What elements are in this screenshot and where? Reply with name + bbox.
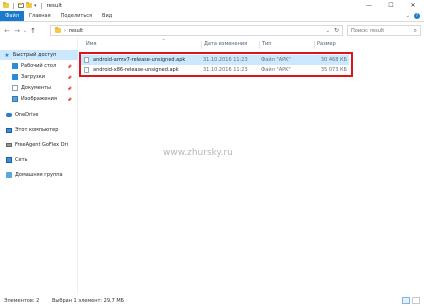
column-name[interactable]: Имя (84, 41, 97, 49)
pin-icon[interactable]: 📌 (67, 75, 72, 80)
file-date: 31.10.2016 11:23 (203, 57, 248, 63)
properties-icon[interactable] (18, 3, 24, 8)
sidebar-item-freeagent-drive[interactable]: FreeAgent GoFlex Dri (0, 140, 78, 150)
address-dropdown-icon[interactable]: ⌄ (326, 28, 330, 34)
file-date: 31.10.2016 11:23 (203, 67, 248, 73)
tab-home[interactable]: Главная (24, 11, 56, 21)
up-button[interactable]: ↑ (28, 27, 38, 35)
window-title: result (46, 2, 63, 9)
file-type: Файл "APK" (261, 57, 291, 63)
expand-ribbon-icon[interactable]: ⌄ (406, 13, 410, 19)
file-size: 30 468 КБ (320, 57, 347, 63)
column-size[interactable]: Размер (314, 41, 336, 49)
folder-icon (55, 27, 61, 33)
search-input[interactable]: Поиск: result ⌕ (347, 25, 421, 36)
refresh-icon[interactable]: ↻ (334, 27, 339, 34)
back-button[interactable]: ← (2, 27, 12, 35)
title-bar: ▾ result — ☐ ✕ (0, 0, 424, 11)
sidebar-item-label: Быстрый доступ (13, 52, 57, 58)
sidebar-item-onedrive[interactable]: OneDrive (0, 110, 78, 120)
search-placeholder: Поиск: result (351, 27, 385, 34)
selection-info: Выбран 1 элемент: 29,7 МБ (52, 298, 125, 304)
separator (40, 2, 42, 9)
view-switcher (402, 297, 420, 304)
star-icon: ★ (4, 51, 10, 59)
sidebar-item-homegroup[interactable]: Домашняя группа (0, 170, 78, 180)
navigation-pane: ★ Быстрый доступ Рабочий стол 📌 Загрузки… (0, 38, 78, 294)
sidebar-item-downloads[interactable]: Загрузки 📌 (0, 72, 78, 82)
file-row[interactable]: android-armv7-release-unsigned.apk 31.10… (81, 55, 349, 65)
sidebar-item-label: FreeAgent GoFlex Dri (15, 142, 69, 148)
search-icon[interactable]: ⌕ (414, 27, 417, 35)
file-size: 35 073 КБ (320, 67, 347, 73)
customize-toolbar-chevron-icon[interactable]: ▾ (34, 3, 37, 9)
maximize-button[interactable]: ☐ (380, 0, 402, 11)
sidebar-item-label: Рабочий стол (21, 63, 57, 69)
address-bar[interactable]: › result ⌄ ↻ (50, 25, 343, 36)
sidebar-item-pictures[interactable]: Изображения 📌 (0, 94, 78, 104)
forward-button[interactable]: → (12, 27, 22, 35)
file-name: android-x86-release-unsigned.apk (93, 67, 179, 73)
tab-share[interactable]: Поделиться (56, 11, 97, 21)
column-header: ^ Имя Дата изменения Тип Размер (78, 38, 424, 49)
breadcrumb-separator-icon[interactable]: › (64, 28, 66, 34)
item-count: Элементов: 2 (4, 298, 40, 304)
file-name: android-armv7-release-unsigned.apk (93, 57, 186, 63)
sidebar-item-label: Этот компьютер (15, 127, 59, 133)
sidebar-item-quick-access[interactable]: ★ Быстрый доступ (0, 50, 78, 60)
documents-icon (12, 85, 18, 91)
sidebar-item-label: Документы (21, 85, 51, 91)
large-icons-view-icon[interactable] (412, 297, 420, 304)
column-type[interactable]: Тип (259, 41, 272, 49)
sidebar-item-label: Домашняя группа (15, 172, 63, 178)
file-row[interactable]: android-x86-release-unsigned.apk 31.10.2… (81, 65, 349, 75)
separator (13, 2, 14, 9)
sidebar-item-network[interactable]: Сеть (0, 155, 78, 165)
cloud-icon (6, 113, 12, 117)
ribbon-tabs: Файл Главная Поделиться Вид ⌄ ? (0, 11, 424, 22)
file-icon (84, 57, 89, 63)
minimize-button[interactable]: — (358, 0, 380, 11)
pictures-icon (12, 96, 18, 102)
sidebar-item-desktop[interactable]: Рабочий стол 📌 (0, 61, 78, 71)
file-icon (84, 67, 89, 73)
pin-icon[interactable]: 📌 (67, 97, 72, 102)
file-list: ^ Имя Дата изменения Тип Размер android-… (78, 38, 424, 294)
close-button[interactable]: ✕ (402, 0, 424, 11)
desktop-icon (12, 63, 18, 69)
window-controls: — ☐ ✕ (358, 0, 424, 11)
watermark: www.zhursky.ru (163, 148, 233, 158)
quick-access-toolbar: ▾ (0, 2, 44, 9)
computer-icon (6, 127, 12, 133)
drive-icon (6, 143, 12, 147)
help-icon[interactable]: ? (414, 13, 420, 19)
details-view-icon[interactable] (402, 297, 410, 304)
sidebar-item-label: Сеть (15, 157, 28, 163)
tab-file[interactable]: Файл (0, 11, 24, 21)
navigation-bar: ← → ⌄ ↑ › result ⌄ ↻ Поиск: result ⌕ (0, 23, 424, 38)
downloads-icon (12, 74, 18, 80)
new-folder-icon[interactable] (26, 2, 32, 8)
breadcrumb[interactable]: result (69, 28, 83, 34)
homegroup-icon (6, 172, 12, 178)
column-date[interactable]: Дата изменения (201, 41, 247, 49)
ribbon-controls: ⌄ ? (406, 13, 420, 19)
folder-icon (3, 2, 9, 8)
sidebar-item-this-pc[interactable]: Этот компьютер (0, 125, 78, 135)
sidebar-item-label: OneDrive (15, 112, 39, 118)
status-bar: Элементов: 2 Выбран 1 элемент: 29,7 МБ (0, 294, 424, 308)
tab-view[interactable]: Вид (97, 11, 117, 21)
file-type: Файл "APK" (261, 67, 291, 73)
sidebar-item-documents[interactable]: Документы 📌 (0, 83, 78, 93)
pin-icon[interactable]: 📌 (67, 86, 72, 91)
sort-caret-icon: ^ (162, 38, 166, 43)
sidebar-item-label: Изображения (21, 96, 57, 102)
pin-icon[interactable]: 📌 (67, 64, 72, 69)
network-icon (6, 157, 12, 163)
sidebar-item-label: Загрузки (21, 74, 45, 80)
